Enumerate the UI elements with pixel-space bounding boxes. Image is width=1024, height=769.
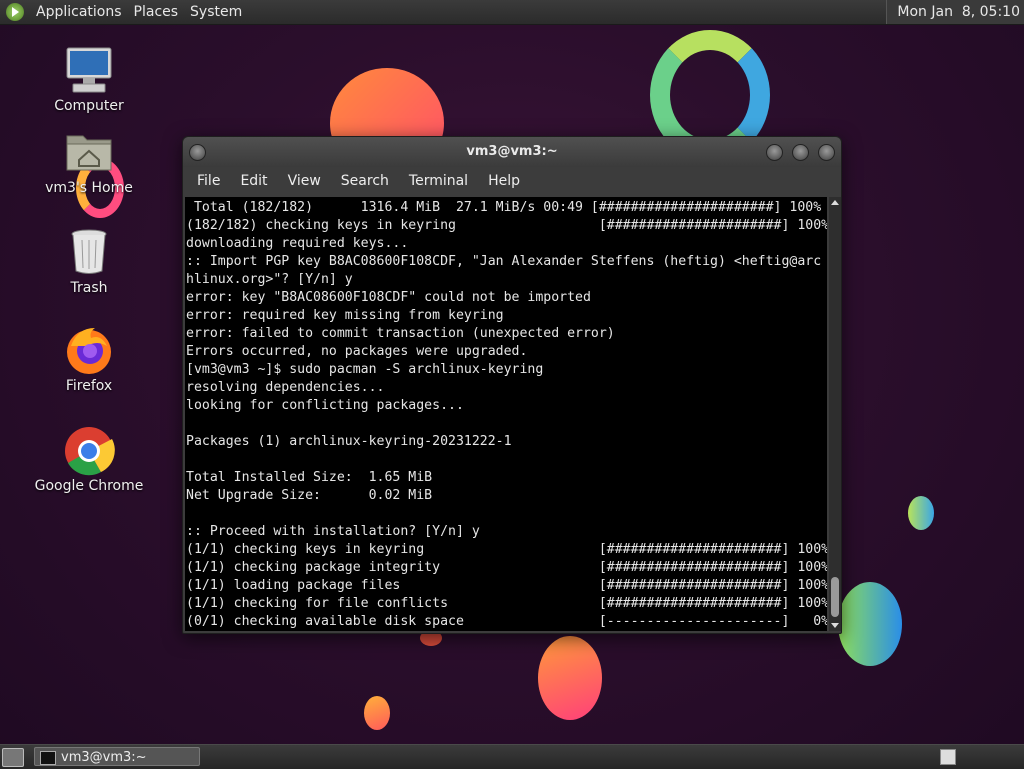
- show-desktop-button[interactable]: [2, 748, 24, 767]
- desktop-icon-label: Computer: [54, 98, 124, 114]
- terminal-titlebar[interactable]: vm3@vm3:~: [183, 137, 841, 167]
- firefox-icon: [63, 324, 115, 376]
- desktop-icon-trash[interactable]: Trash: [34, 226, 144, 296]
- decor-small-yellow-blob: [908, 496, 934, 530]
- terminal-scrollbar[interactable]: [829, 197, 841, 631]
- scroll-up-icon[interactable]: [831, 200, 839, 205]
- home-folder-icon: [63, 126, 115, 178]
- terminal-output-text: Total (182/182) 1316.4 MiB 27.1 MiB/s 00…: [186, 200, 827, 629]
- decor-pink-blob: [538, 636, 602, 720]
- workspace-switcher[interactable]: [940, 749, 956, 765]
- terminal-output-area[interactable]: Total (182/182) 1316.4 MiB 27.1 MiB/s 00…: [185, 197, 827, 631]
- desktop-icon-firefox[interactable]: Firefox: [34, 324, 144, 394]
- distro-logo-icon[interactable]: [6, 3, 24, 21]
- terminal-title: vm3@vm3:~: [466, 144, 558, 159]
- menu-system[interactable]: System: [184, 4, 248, 20]
- bottom-panel: vm3@vm3:~: [0, 744, 1024, 769]
- close-button[interactable]: [818, 144, 835, 161]
- minimize-button[interactable]: [766, 144, 783, 161]
- terminal-window[interactable]: vm3@vm3:~ File Edit View Search Terminal…: [182, 136, 842, 634]
- desktop-icon-label: Trash: [70, 280, 108, 296]
- menu-terminal[interactable]: Terminal: [399, 173, 478, 189]
- taskbar-item-label: vm3@vm3:~: [61, 750, 147, 765]
- window-menu-button[interactable]: [189, 144, 206, 161]
- desktop-icon-label: Firefox: [65, 378, 113, 394]
- top-panel: Applications Places System Mon Jan 8, 05…: [0, 0, 1024, 25]
- desktop-icon-computer[interactable]: Computer: [34, 44, 144, 114]
- computer-icon: [63, 44, 115, 96]
- desktop-icon-label: vm3's Home: [45, 180, 133, 196]
- menu-places[interactable]: Places: [128, 4, 185, 20]
- taskbar-item-terminal[interactable]: vm3@vm3:~: [34, 747, 200, 766]
- menu-help[interactable]: Help: [478, 173, 530, 189]
- terminal-menubar: File Edit View Search Terminal Help: [183, 167, 841, 195]
- scroll-down-icon[interactable]: [831, 623, 839, 628]
- desktop-icon-home[interactable]: vm3's Home: [34, 126, 144, 196]
- menu-file[interactable]: File: [187, 173, 230, 189]
- decor-small-orange-blob: [364, 696, 390, 730]
- scrollbar-thumb[interactable]: [831, 577, 839, 617]
- maximize-button[interactable]: [792, 144, 809, 161]
- panel-clock[interactable]: Mon Jan 8, 05:10: [886, 0, 1024, 24]
- trash-icon: [63, 226, 115, 278]
- desktop-icon-label: Google Chrome: [34, 478, 144, 494]
- desktop-icon-chrome[interactable]: Google Chrome: [34, 424, 144, 494]
- chrome-icon: [63, 424, 115, 476]
- decor-green-blue-blob: [838, 582, 902, 666]
- menu-view[interactable]: View: [278, 173, 331, 189]
- menu-search[interactable]: Search: [331, 173, 399, 189]
- menu-edit[interactable]: Edit: [230, 173, 277, 189]
- terminal-icon: [40, 751, 56, 765]
- menu-applications[interactable]: Applications: [30, 4, 128, 20]
